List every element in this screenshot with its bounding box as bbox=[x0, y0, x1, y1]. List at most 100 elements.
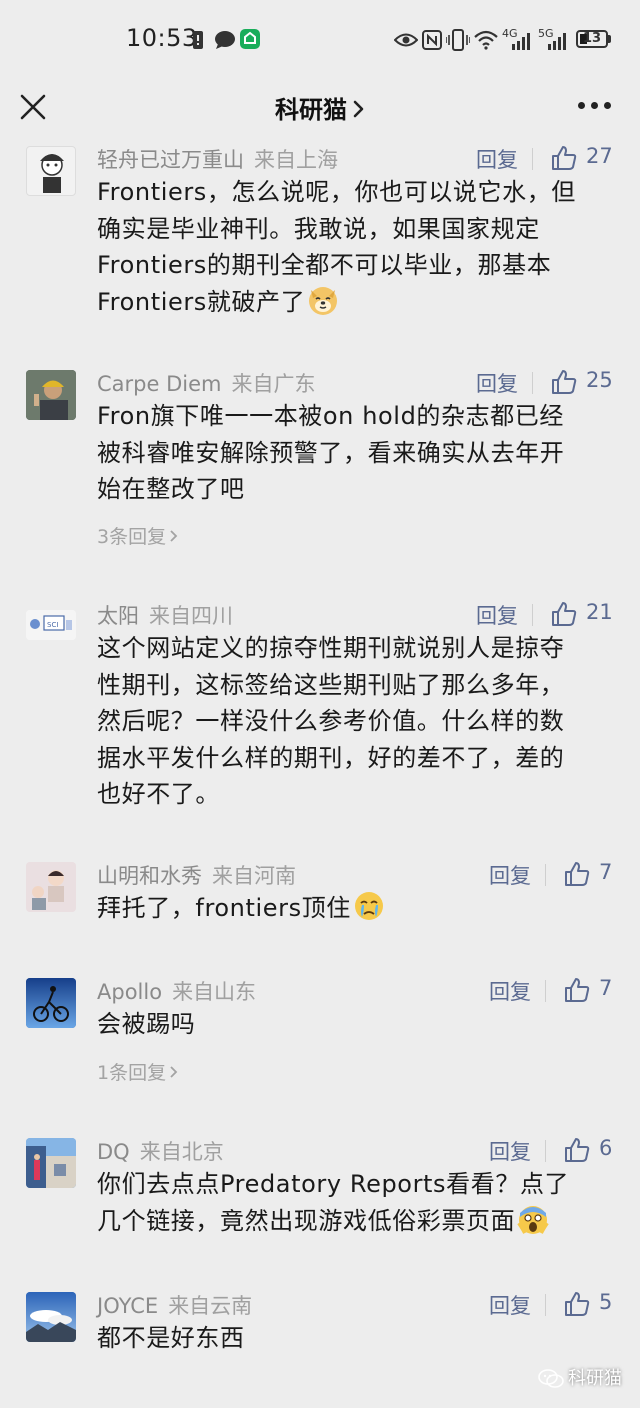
avatar[interactable] bbox=[26, 978, 76, 1028]
avatar[interactable] bbox=[26, 1138, 76, 1188]
comment-location: 来自四川 bbox=[149, 604, 233, 628]
status-bar: 10:53 4G 5G 13 bbox=[0, 0, 640, 80]
like-count: 27 bbox=[586, 144, 613, 168]
comment-author[interactable]: Apollo bbox=[97, 980, 162, 1004]
avatar[interactable] bbox=[26, 146, 76, 196]
reply-button[interactable]: 回复 bbox=[476, 368, 518, 398]
avatar[interactable] bbox=[26, 1292, 76, 1342]
like-count: 21 bbox=[586, 600, 613, 624]
comment-line: 然后呢？一样没什么参考价值。什么样的数 bbox=[97, 707, 565, 735]
divider bbox=[545, 1294, 546, 1316]
app-notification-icon bbox=[240, 29, 260, 49]
signal-icon bbox=[512, 33, 530, 50]
vibrate-icon bbox=[446, 29, 470, 51]
like-icon[interactable] bbox=[564, 1291, 590, 1317]
comment-text: 拜托了，frontiers顶住 bbox=[97, 890, 612, 927]
comment-line: 拜托了，frontiers顶住 bbox=[97, 894, 351, 922]
comment-text: 这个网站定义的掠夺性期刊就说别人是掠夺 性期刊，这标签给这些期刊贴了那么多年， … bbox=[97, 630, 612, 813]
comment-text: 你们去点点Predatory Reports看看？点了 几个链接，竟然出现游戏低… bbox=[97, 1166, 612, 1239]
more-replies-link[interactable]: 1条回复 bbox=[97, 1058, 179, 1085]
reply-button[interactable]: 回复 bbox=[476, 144, 518, 174]
comment-line: 都不是好东西 bbox=[97, 1324, 245, 1352]
nfc-icon bbox=[422, 30, 442, 50]
scream-emoji bbox=[517, 1205, 549, 1234]
like-icon[interactable] bbox=[551, 145, 577, 171]
more-icon[interactable] bbox=[578, 102, 612, 112]
avatar[interactable] bbox=[26, 862, 76, 912]
comment-header: DQ 来自北京 bbox=[97, 1136, 224, 1166]
comment-text: 会被踢吗 bbox=[97, 1006, 612, 1043]
comment-line: 始在整改了吧 bbox=[97, 475, 245, 503]
reply-button[interactable]: 回复 bbox=[489, 860, 531, 890]
crying-emoji bbox=[354, 892, 383, 920]
account-title-link[interactable]: 科研猫 bbox=[0, 90, 640, 125]
comment-line: 被科睿唯安解除预警了，看来确实从去年开 bbox=[97, 438, 565, 467]
comment-location: 来自上海 bbox=[254, 148, 338, 172]
comment-location: 来自山东 bbox=[172, 980, 257, 1004]
like-count: 5 bbox=[599, 1290, 613, 1314]
watermark-text: 科研猫 bbox=[568, 1368, 622, 1389]
like-icon[interactable] bbox=[551, 601, 577, 627]
comment-author[interactable]: Carpe Diem bbox=[97, 372, 221, 396]
doge-emoji bbox=[309, 286, 338, 315]
chevron-right-icon bbox=[353, 100, 364, 118]
reply-button[interactable]: 回复 bbox=[489, 976, 531, 1006]
divider bbox=[532, 372, 533, 394]
comment-line: Frontiers，怎么说呢，你也可以说它水，但 bbox=[97, 178, 576, 206]
avatar[interactable]: SCI bbox=[26, 610, 76, 640]
comment-line: 性期刊，这标签给这些期刊贴了那么多年， bbox=[97, 670, 565, 699]
comment-location: 来自广东 bbox=[231, 372, 316, 396]
comment-author[interactable]: 轻舟已过万重山 bbox=[97, 148, 244, 172]
more-replies-link[interactable]: 3条回复 bbox=[97, 522, 179, 549]
wechat-icon bbox=[538, 1369, 564, 1388]
svg-text:SCI: SCI bbox=[47, 621, 58, 629]
comment-line: 确实是毕业神刊。我敢说，如果国家规定 bbox=[97, 214, 540, 243]
chevron-right-icon bbox=[170, 1066, 178, 1078]
avatar[interactable] bbox=[26, 370, 76, 420]
comment-author[interactable]: DQ bbox=[97, 1140, 130, 1164]
divider bbox=[545, 864, 546, 886]
watermark: 科研猫 bbox=[538, 1364, 622, 1390]
like-icon[interactable] bbox=[564, 861, 590, 887]
like-icon[interactable] bbox=[564, 977, 590, 1003]
divider bbox=[545, 1140, 546, 1162]
message-icon bbox=[215, 31, 235, 49]
like-count: 6 bbox=[599, 1136, 613, 1160]
comment-text: 都不是好东西 bbox=[97, 1320, 612, 1357]
comment-line: 会被踢吗 bbox=[97, 1010, 196, 1038]
status-time: 10:53 bbox=[126, 24, 198, 52]
comment-line: 几个链接，竟然出现游戏低俗彩票页面 bbox=[97, 1206, 516, 1235]
comment-header: 轻舟已过万重山 来自上海 bbox=[97, 144, 338, 174]
comment-line: 据水平发什么样的期刊，好的差不了，差的 bbox=[97, 743, 565, 772]
comment-header: Apollo 来自山东 bbox=[97, 976, 256, 1006]
battery-level: 13 bbox=[583, 31, 602, 46]
comment-text: Frontiers，怎么说呢，你也可以说它水，但 确实是毕业神刊。我敢说，如果国… bbox=[97, 174, 612, 320]
comment-header: JOYCE 来自云南 bbox=[97, 1290, 252, 1320]
reply-button[interactable]: 回复 bbox=[489, 1290, 531, 1320]
like-icon[interactable] bbox=[551, 369, 577, 395]
page-title: 科研猫 bbox=[275, 96, 347, 124]
comment-location: 来自北京 bbox=[139, 1140, 224, 1164]
comment-line: Frontiers就破产了 bbox=[97, 287, 306, 316]
like-icon[interactable] bbox=[564, 1137, 590, 1163]
divider bbox=[532, 604, 533, 626]
reply-button[interactable]: 回复 bbox=[476, 600, 518, 630]
comment-author[interactable]: 太阳 bbox=[97, 604, 139, 628]
eye-icon bbox=[394, 33, 418, 47]
comment-line: 也好不了。 bbox=[97, 780, 220, 808]
comment-author[interactable]: JOYCE bbox=[97, 1294, 158, 1318]
like-count: 25 bbox=[586, 368, 613, 392]
reply-button[interactable]: 回复 bbox=[489, 1136, 531, 1166]
comment-author[interactable]: 山明和水秀 bbox=[97, 864, 202, 888]
comment-location: 来自云南 bbox=[168, 1294, 253, 1318]
comment-line: Fron旗下唯一一本被on hold的杂志都已经 bbox=[97, 402, 565, 430]
chevron-right-icon bbox=[170, 530, 178, 542]
divider bbox=[545, 980, 546, 1002]
divider bbox=[532, 148, 533, 170]
comment-line: 你们去点点Predatory Reports看看？点了 bbox=[97, 1170, 570, 1198]
comment-line: Frontiers的期刊全都不可以毕业，那基本 bbox=[97, 251, 552, 279]
comment-header: Carpe Diem 来自广东 bbox=[97, 368, 315, 398]
more-replies-label: 3条回复 bbox=[97, 526, 167, 548]
comment-header: 太阳 来自四川 bbox=[97, 600, 233, 630]
comment-line: 这个网站定义的掠夺性期刊就说别人是掠夺 bbox=[97, 634, 565, 662]
